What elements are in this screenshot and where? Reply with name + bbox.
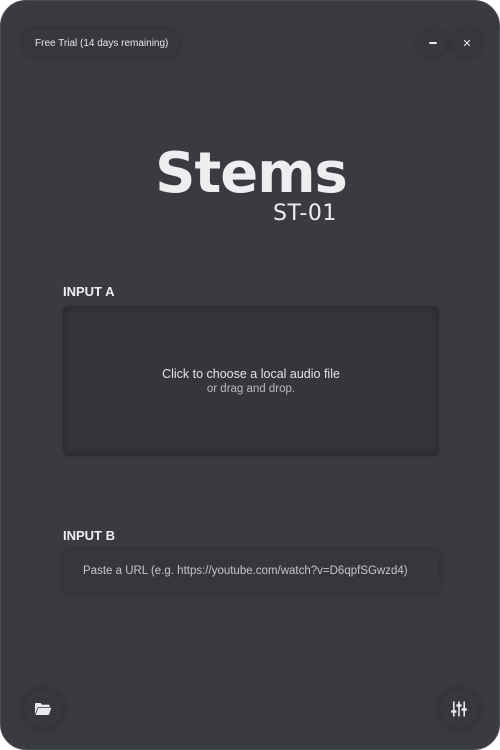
minimize-button[interactable] — [419, 29, 447, 57]
input-a-label: INPUT A — [63, 284, 115, 299]
trial-status-text: Free Trial (14 days remaining) — [35, 37, 169, 49]
mixer-sliders-icon — [451, 701, 467, 717]
trial-status-badge: Free Trial (14 days remaining) — [23, 29, 181, 57]
app-model-label: ST-01 — [273, 201, 337, 226]
folder-icon — [35, 703, 52, 715]
input-b-label: INPUT B — [63, 528, 115, 543]
minimize-icon — [429, 42, 437, 44]
settings-mixer-button[interactable] — [440, 690, 478, 728]
app-title: Stems — [155, 141, 348, 206]
close-icon: ✕ — [462, 36, 472, 50]
app-window: Free Trial (14 days remaining) ✕ Stems S… — [0, 0, 500, 750]
drop-zone-secondary-text: or drag and drop. — [206, 383, 296, 395]
url-input[interactable] — [63, 550, 439, 592]
close-button[interactable]: ✕ — [453, 29, 481, 57]
audio-file-drop-zone[interactable]: Click to choose a local audio file or dr… — [63, 306, 439, 456]
open-folder-button[interactable] — [24, 690, 62, 728]
drop-zone-primary-text: Click to choose a local audio file — [162, 367, 340, 381]
